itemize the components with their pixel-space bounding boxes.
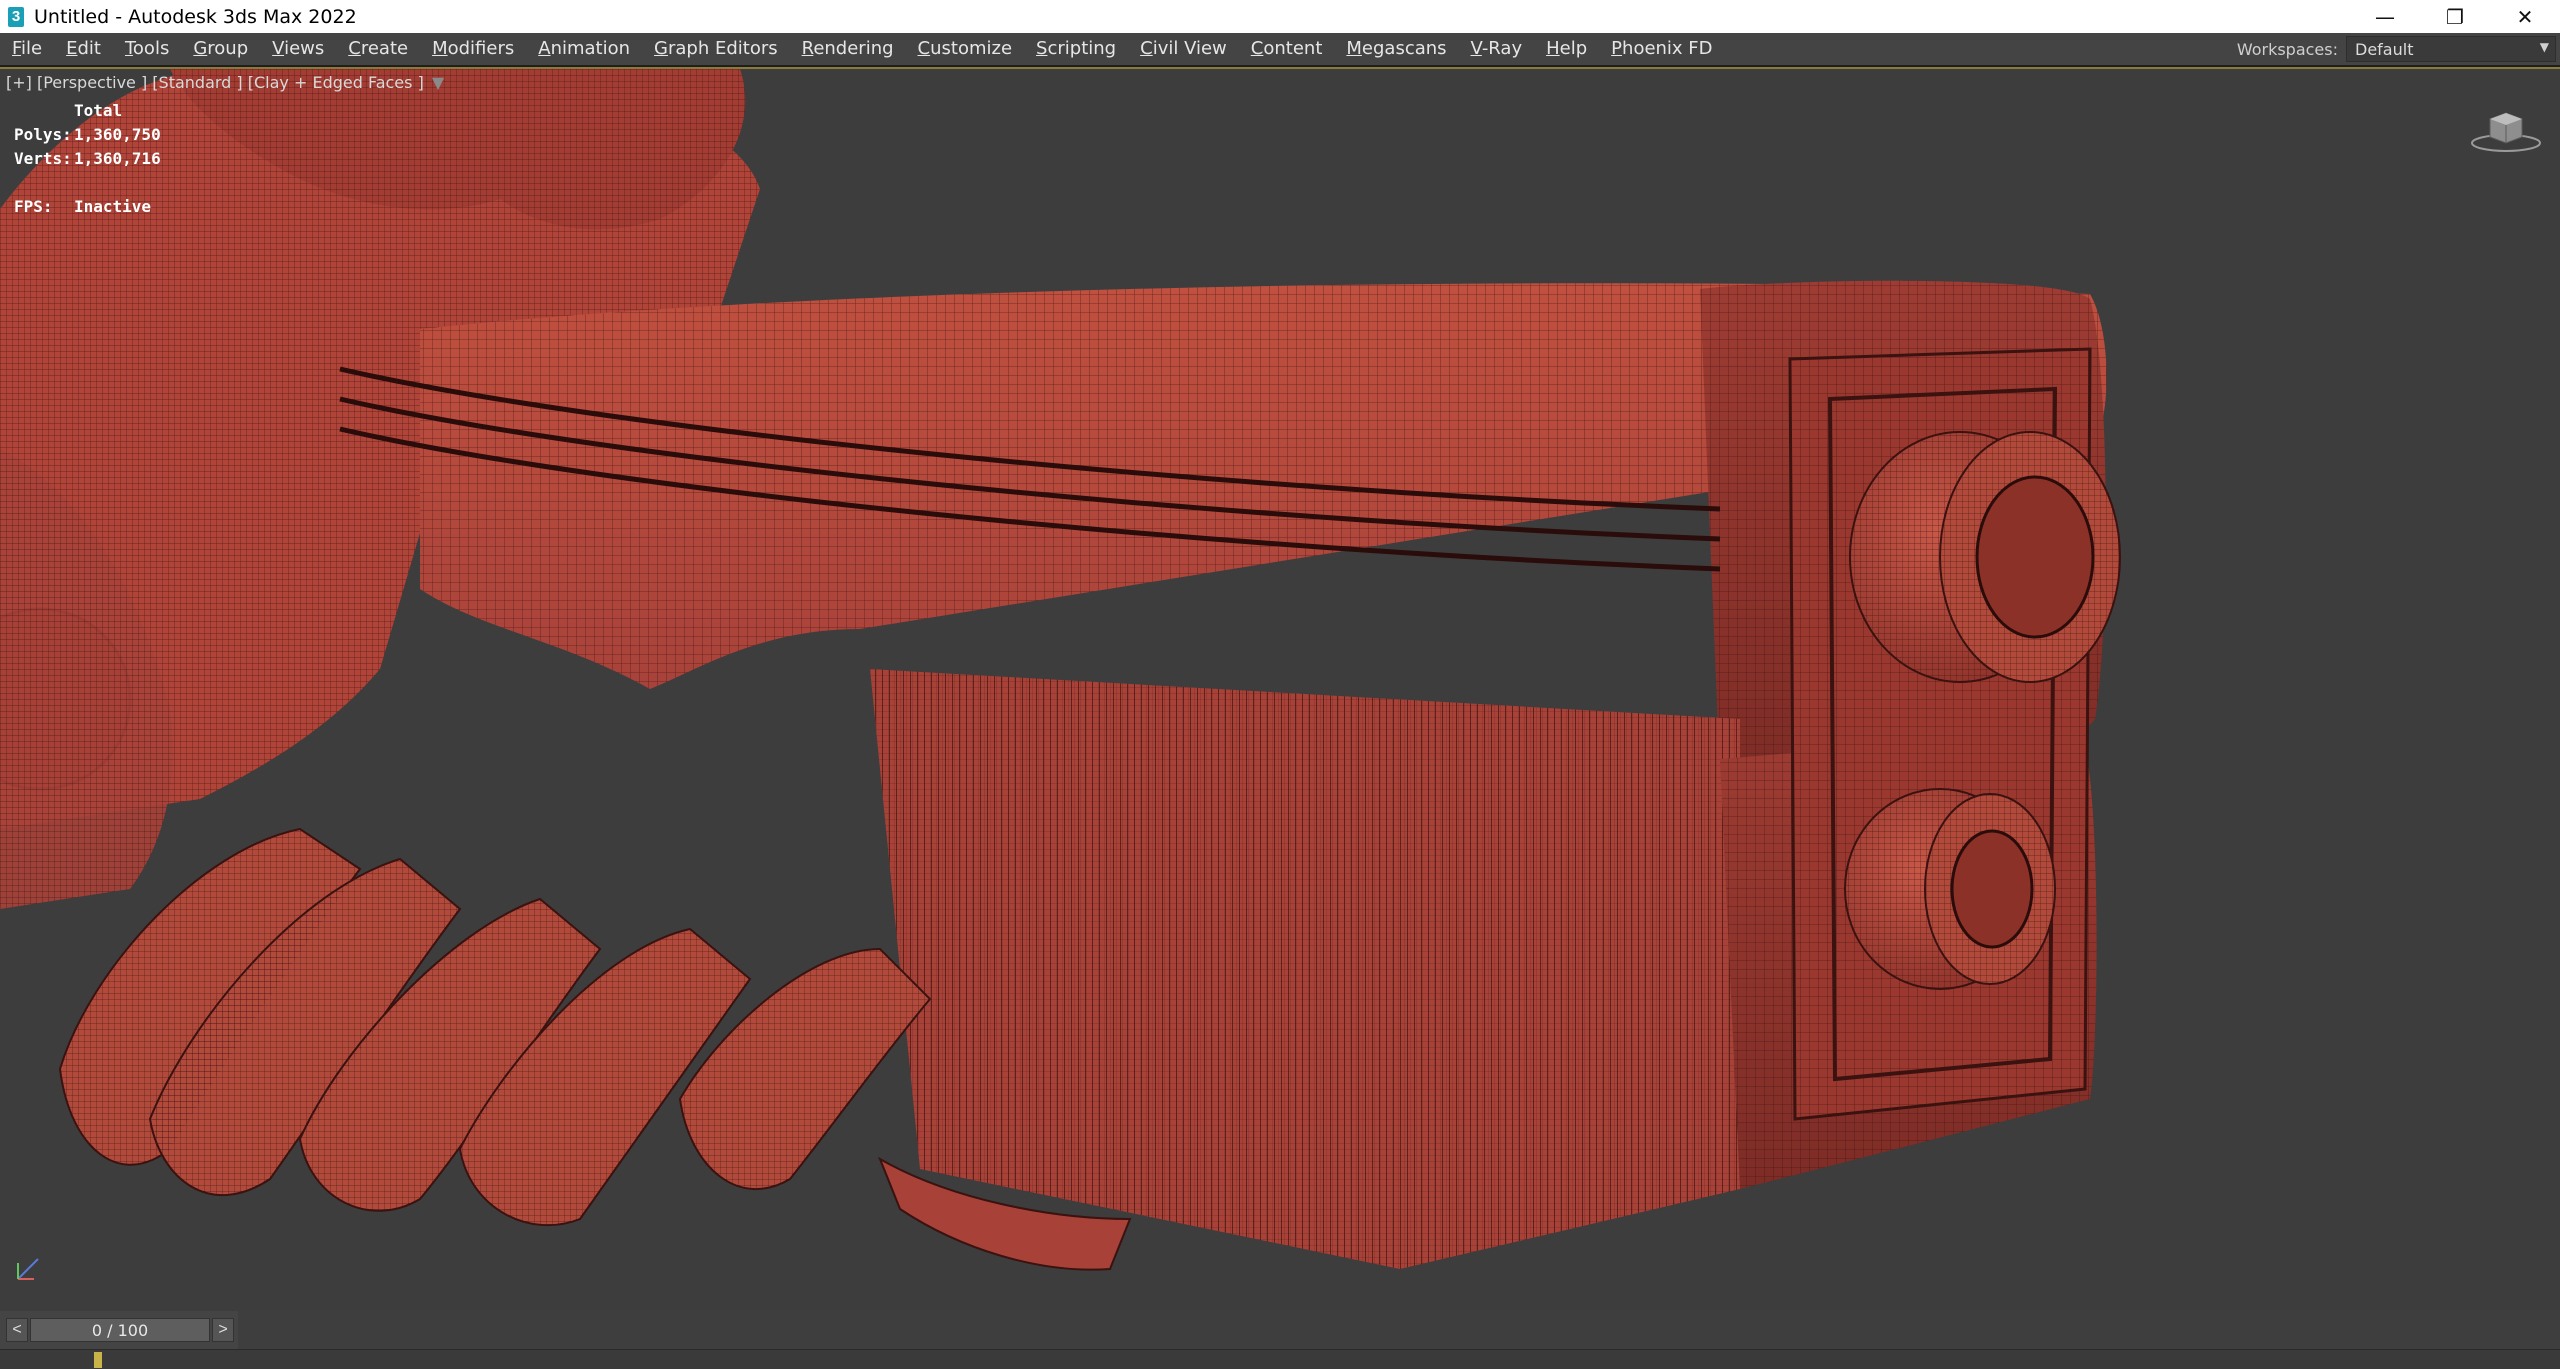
minimize-button[interactable]: — (2350, 0, 2420, 33)
gun-model-mesh[interactable] (0, 69, 2121, 1271)
workspace-dropdown[interactable]: Default ▼ (2346, 36, 2556, 62)
viewcube-icon[interactable] (2470, 107, 2542, 153)
viewport-label[interactable]: [+] [Perspective ] [Standard ] [Clay + E… (6, 73, 424, 92)
fps-value: Inactive (74, 197, 152, 216)
workspace-label: Workspaces: (2236, 39, 2338, 59)
stats-polys-row: Polys: 1,360,750 (14, 123, 161, 147)
time-slider-thumb[interactable]: 0 / 100 (30, 1318, 210, 1342)
menu-phoenix-fd[interactable]: Phoenix FD (1599, 33, 1724, 65)
verts-label: Verts: (14, 149, 72, 168)
polys-label: Polys: (14, 125, 72, 144)
menu-bar: File Edit Tools Group Views Create Modif… (0, 33, 2560, 65)
app-icon: 3 (8, 6, 24, 27)
workspace-switcher: Workspaces: Default ▼ (2237, 33, 2560, 65)
menu-graph-editors[interactable]: Graph Editors (642, 33, 790, 65)
stats-fps-row: FPS: Inactive (14, 195, 161, 219)
menu-megascans[interactable]: Megascans (1334, 33, 1458, 65)
menu-animation[interactable]: Animation (526, 33, 642, 65)
stats-verts-row: Verts: 1,360,716 (14, 147, 161, 171)
window-title: Untitled - Autodesk 3ds Max 2022 (34, 5, 357, 28)
funnel-icon[interactable]: ▼ (432, 73, 444, 92)
polys-value: 1,360,750 (74, 125, 161, 144)
menu-civil-view[interactable]: Civil View (1128, 33, 1239, 65)
menu-create[interactable]: Create (336, 33, 420, 65)
menu-help[interactable]: Help (1534, 33, 1599, 65)
menu-edit[interactable]: Edit (54, 33, 113, 65)
statistics-overlay: Total Polys: 1,360,750 Verts: 1,360,716 … (14, 99, 161, 219)
chevron-down-icon: ▼ (2539, 40, 2549, 54)
previous-frame-button[interactable]: < (6, 1318, 28, 1342)
time-slider: < 0 / 100 > (0, 1311, 2560, 1349)
stats-header: Total (74, 101, 123, 120)
next-frame-button[interactable]: > (212, 1318, 234, 1342)
viewport-label-menu[interactable]: [+] [Perspective ] [Standard ] [Clay + E… (6, 73, 444, 92)
close-button[interactable]: ✕ (2490, 0, 2560, 33)
track-bar[interactable] (0, 1349, 2560, 1369)
time-slider-track[interactable] (238, 1311, 2560, 1349)
window-controls: — ❐ ✕ (2350, 0, 2560, 33)
menu-tools[interactable]: Tools (113, 33, 181, 65)
title-bar: 3 Untitled - Autodesk 3ds Max 2022 — ❐ ✕ (0, 0, 2560, 33)
workspace-value: Default (2355, 39, 2414, 59)
viewport-scene[interactable] (0, 69, 2560, 1311)
current-frame-marker[interactable] (94, 1352, 102, 1368)
perspective-viewport[interactable]: [+] [Perspective ] [Standard ] [Clay + E… (0, 67, 2560, 1313)
menu-file[interactable]: File (0, 33, 54, 65)
menu-vray[interactable]: V-Ray (1459, 33, 1535, 65)
fps-label: FPS: (14, 197, 53, 216)
menu-modifiers[interactable]: Modifiers (420, 33, 526, 65)
menu-views[interactable]: Views (260, 33, 336, 65)
axis-tripod-icon (17, 1258, 39, 1280)
verts-value: 1,360,716 (74, 149, 161, 168)
menu-scripting[interactable]: Scripting (1024, 33, 1128, 65)
menu-rendering[interactable]: Rendering (790, 33, 906, 65)
menu-content[interactable]: Content (1239, 33, 1335, 65)
menu-group[interactable]: Group (181, 33, 260, 65)
menu-customize[interactable]: Customize (906, 33, 1025, 65)
restore-button[interactable]: ❐ (2420, 0, 2490, 33)
